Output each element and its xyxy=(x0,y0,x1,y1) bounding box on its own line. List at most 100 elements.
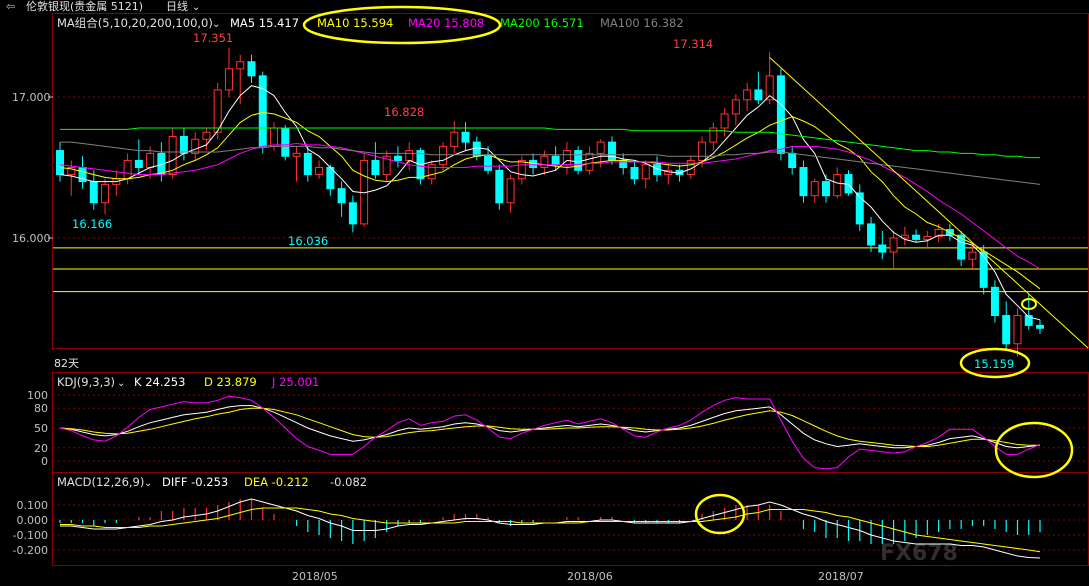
low-label: 15.159 xyxy=(974,357,1014,371)
candle-down xyxy=(754,89,763,101)
date-axis: 2018/05 2018/06 2018/07 xyxy=(292,570,864,583)
candle-up xyxy=(236,61,245,70)
support-lines xyxy=(53,247,1088,293)
price-tick-label: 17.000 xyxy=(12,91,51,104)
back-arrow-icon[interactable]: ⇦ xyxy=(6,0,15,13)
ma-legend: MA组合(5,10,20,200,100,0) ⌄ MA5 15.417 MA1… xyxy=(57,5,684,45)
candlesticks xyxy=(56,47,1044,357)
candle-up xyxy=(540,155,549,169)
candle-down xyxy=(472,141,481,157)
candle-up xyxy=(731,99,740,115)
candle-down xyxy=(495,169,504,204)
candle-up xyxy=(450,131,459,147)
candle-down xyxy=(179,135,188,154)
chevron-down-icon[interactable]: ⌄ xyxy=(192,2,200,13)
symbol-title[interactable]: 伦敦银现(贵金属 5121) xyxy=(26,0,143,13)
macd-tick-label: 0.000 xyxy=(17,514,49,527)
candle-down xyxy=(484,155,493,171)
candle-up xyxy=(810,181,819,197)
ma5-line xyxy=(59,85,1041,321)
ma200-legend: MA200 16.571 xyxy=(500,16,584,30)
low-label: 16.036 xyxy=(288,234,328,248)
candle-up xyxy=(292,152,301,157)
kdj-label[interactable]: KDJ(9,3,3) xyxy=(57,375,115,389)
candle-down xyxy=(1002,315,1011,345)
kdj-highlight-circle xyxy=(994,421,1074,479)
candle-down xyxy=(371,159,380,176)
candle-up xyxy=(146,152,155,168)
candle-up xyxy=(438,145,447,166)
kdj-j-value: J 25.001 xyxy=(271,375,319,389)
macd-tick-label: 0.100 xyxy=(17,499,49,512)
kdj-k-value: K 24.253 xyxy=(134,375,185,389)
candle-up xyxy=(833,174,842,197)
candle-down xyxy=(56,150,64,176)
candle-down xyxy=(551,155,560,166)
candle-up xyxy=(224,68,233,91)
high-label: 17.351 xyxy=(193,31,233,45)
price-tick-label: 16.000 xyxy=(12,232,51,245)
macd-dea-value: DEA -0.212 xyxy=(244,475,309,489)
candle-up xyxy=(596,141,605,154)
candle-up xyxy=(743,89,752,101)
watermark: FX678 xyxy=(880,541,958,566)
macd-tick-label: -0.200 xyxy=(13,544,48,557)
macd-chevron-icon[interactable]: ⌄ xyxy=(144,478,152,489)
candle-up xyxy=(923,236,932,240)
kdj-tick-label: 100 xyxy=(27,389,48,402)
ma-legend-chevron-icon[interactable]: ⌄ xyxy=(212,19,220,30)
candle-down xyxy=(821,181,830,197)
kdj-d-value: D 23.879 xyxy=(204,375,257,389)
candle-down xyxy=(776,75,785,154)
candle-up xyxy=(698,141,707,161)
days-label: 82天 xyxy=(54,357,79,370)
candle-down xyxy=(912,234,921,240)
candle-down xyxy=(393,155,402,161)
date-tick-label: 2018/07 xyxy=(818,570,864,583)
candle-up xyxy=(585,152,594,171)
candle-up xyxy=(191,138,200,154)
ma-legend-label[interactable]: MA组合(5,10,20,200,100,0) xyxy=(57,16,213,30)
candle-down xyxy=(607,141,616,161)
macd-label[interactable]: MACD(12,26,9) xyxy=(57,475,144,489)
price-annotations: 17.351 17.314 16.828 16.166 16.036 15.15… xyxy=(54,31,1037,379)
kdj-tick-label: 80 xyxy=(34,402,48,415)
ma10-legend: MA10 15.594 xyxy=(317,16,393,30)
ma100-line xyxy=(60,141,1041,185)
candle-down xyxy=(630,167,639,180)
price-axis: 17.000 16.000 xyxy=(12,91,51,245)
candle-down xyxy=(990,286,999,317)
kdj-chevron-icon[interactable]: ⌄ xyxy=(117,378,125,389)
trendline-segment xyxy=(769,57,1089,349)
candle-up xyxy=(709,127,718,143)
candle-up xyxy=(270,127,279,147)
ma20-legend: MA20 15.808 xyxy=(408,16,484,30)
candle-down xyxy=(799,167,808,197)
candle-down xyxy=(979,251,988,288)
candle-down xyxy=(574,150,583,171)
moving-averages xyxy=(59,85,1041,321)
candle-up xyxy=(720,113,729,129)
macd-legend: MACD(12,26,9) ⌄ DIFF -0.253 DEA -0.212 -… xyxy=(57,475,367,489)
candle-up xyxy=(517,159,526,180)
macd-tick-label: -0.100 xyxy=(13,529,48,542)
candle-down xyxy=(281,127,290,157)
candle-up xyxy=(101,183,110,204)
header-bar: ⇦ 伦敦银现(贵金属 5121) 日线 ⌄ xyxy=(6,0,200,13)
candle-up xyxy=(1013,315,1022,345)
macd-diff-value: DIFF -0.253 xyxy=(162,475,228,489)
ma100-legend: MA100 16.382 xyxy=(600,16,684,30)
candle-down xyxy=(348,202,357,225)
candle-down xyxy=(1036,324,1044,329)
stock-chart: ⇦ 伦敦银现(贵金属 5121) 日线 ⌄ MA组合(5,10,20,200,1… xyxy=(6,0,1089,583)
kdj-k-line xyxy=(59,405,1041,449)
kdj-tick-label: 50 xyxy=(34,422,48,435)
kdj-tick-label: 0 xyxy=(41,455,48,468)
candle-down xyxy=(788,152,797,168)
candle-down xyxy=(867,223,876,246)
kdj-tick-label: 20 xyxy=(34,442,48,455)
candle-down xyxy=(258,75,267,147)
candle-down xyxy=(878,244,887,253)
candle-up xyxy=(405,150,414,161)
period-selector[interactable]: 日线 xyxy=(166,0,188,13)
